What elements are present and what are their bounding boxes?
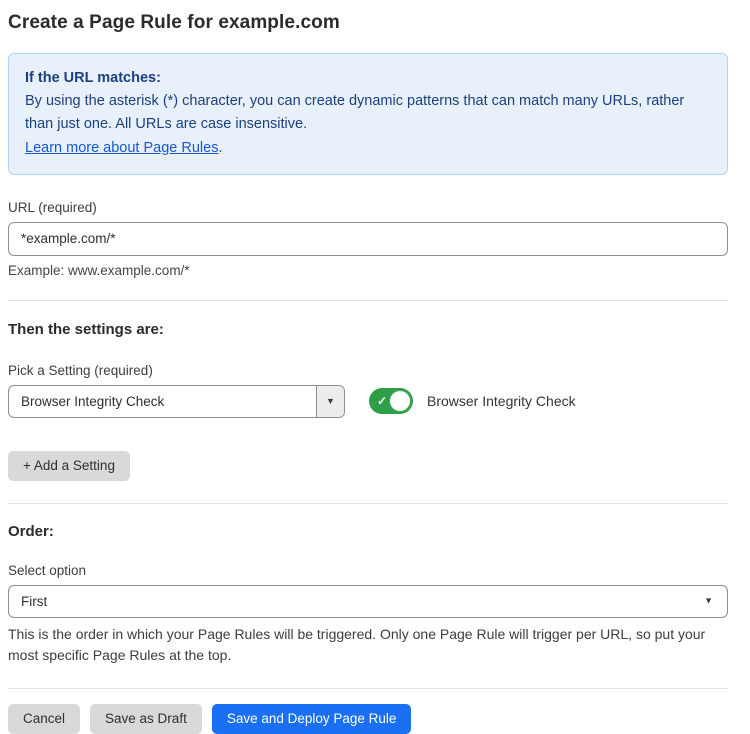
link-suffix: . [218,140,222,156]
page-title: Create a Page Rule for example.com [8,12,728,34]
divider [8,503,728,504]
info-box-link-line: Learn more about Page Rules. [25,137,711,160]
learn-more-link[interactable]: Learn more about Page Rules [25,140,218,156]
order-select-value: First [9,594,727,609]
order-helper-text: This is the order in which your Page Rul… [8,624,728,666]
create-page-rule-form: Create a Page Rule for example.com If th… [0,0,750,720]
order-select-label: Select option [8,563,728,578]
setting-select[interactable]: Browser Integrity Check ▼ [8,385,345,418]
add-setting-button[interactable]: + Add a Setting [8,451,130,481]
url-field-label: URL (required) [8,200,728,215]
chevron-down-icon: ▼ [704,597,713,606]
setting-picker-label: Pick a Setting (required) [8,363,728,378]
order-section-heading: Order: [8,523,728,540]
check-icon: ✓ [377,394,387,408]
url-example-helper: Example: www.example.com/* [8,263,728,278]
browser-integrity-toggle[interactable]: ✓ [369,388,413,414]
toggle-knob [389,390,411,412]
order-select[interactable]: First ▼ [8,585,728,618]
settings-section-heading: Then the settings are: [8,321,728,338]
setting-select-value: Browser Integrity Check [9,394,316,409]
save-and-deploy-button[interactable]: Save and Deploy Page Rule [212,704,412,734]
info-box-heading: If the URL matches: [25,67,711,90]
divider [8,300,728,301]
setting-select-arrow-button[interactable]: ▼ [316,386,344,417]
chevron-down-icon: ▼ [326,397,335,406]
url-input[interactable] [8,222,728,256]
footer-buttons: Cancel Save as Draft Save and Deploy Pag… [8,704,728,734]
url-match-info-box: If the URL matches: By using the asteris… [8,53,728,175]
info-box-body: By using the asterisk (*) character, you… [25,90,711,136]
divider [8,688,728,689]
toggle-label: Browser Integrity Check [427,393,576,409]
cancel-button[interactable]: Cancel [8,704,80,734]
setting-row: Browser Integrity Check ▼ ✓ Browser Inte… [8,385,728,418]
save-as-draft-button[interactable]: Save as Draft [90,704,202,734]
